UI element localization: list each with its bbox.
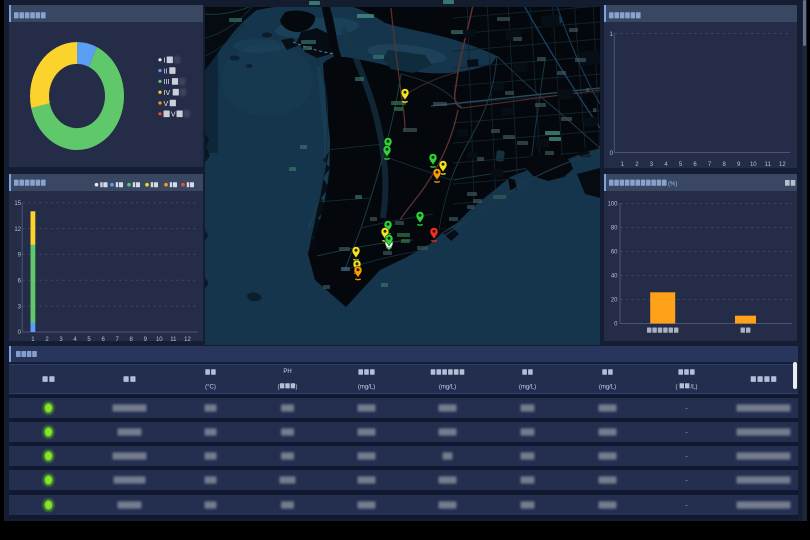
svg-text:5: 5 xyxy=(679,162,683,168)
svg-text:1: 1 xyxy=(621,162,625,168)
svg-text:60: 60 xyxy=(611,250,618,256)
svg-text:3: 3 xyxy=(650,162,654,168)
svg-text:PH: PH xyxy=(283,368,291,374)
svg-text:4: 4 xyxy=(664,162,668,168)
svg-text:6: 6 xyxy=(101,337,105,341)
svg-text:7: 7 xyxy=(115,337,119,341)
svg-text:10: 10 xyxy=(155,337,162,341)
svg-text:20: 20 xyxy=(611,298,618,304)
svg-text:0: 0 xyxy=(17,330,21,336)
svg-text:-: - xyxy=(685,454,688,461)
svg-text:3: 3 xyxy=(17,304,21,310)
svg-text:11: 11 xyxy=(170,337,177,341)
svg-text:V: V xyxy=(170,112,175,119)
svg-text:): ) xyxy=(295,384,297,390)
svg-text:IV: IV xyxy=(163,90,170,97)
svg-text:1: 1 xyxy=(610,32,614,38)
svg-text:5: 5 xyxy=(87,337,91,341)
svg-text:V: V xyxy=(163,101,168,108)
svg-text:(mg/L): (mg/L) xyxy=(438,384,455,390)
svg-text:2: 2 xyxy=(45,337,49,341)
svg-text:II: II xyxy=(163,68,167,75)
svg-text:-: - xyxy=(685,478,688,485)
svg-text:/L): /L) xyxy=(690,384,697,390)
svg-text:8: 8 xyxy=(129,337,133,341)
svg-text:12: 12 xyxy=(779,162,786,168)
svg-text:9: 9 xyxy=(17,253,21,259)
svg-text:7: 7 xyxy=(708,162,712,168)
svg-text:3: 3 xyxy=(59,337,63,341)
svg-text:(mg/L): (mg/L) xyxy=(598,384,615,390)
svg-text:8: 8 xyxy=(723,162,727,168)
svg-text:10: 10 xyxy=(750,162,757,168)
svg-text:0: 0 xyxy=(610,151,614,157)
svg-text:(%): (%) xyxy=(668,182,677,188)
svg-text:12: 12 xyxy=(184,337,191,341)
svg-text:-: - xyxy=(685,405,688,412)
svg-text:-: - xyxy=(685,502,688,509)
svg-text:(: ( xyxy=(675,384,677,390)
svg-text:(mg/L): (mg/L) xyxy=(518,384,535,390)
svg-text:-: - xyxy=(685,429,688,436)
svg-text:80: 80 xyxy=(611,226,618,232)
svg-text:100: 100 xyxy=(607,202,618,208)
svg-text:2: 2 xyxy=(635,162,639,168)
svg-text:12: 12 xyxy=(14,227,21,233)
svg-text:I: I xyxy=(163,58,165,65)
svg-text:40: 40 xyxy=(611,274,618,280)
svg-text:III: III xyxy=(163,79,169,86)
svg-text:15: 15 xyxy=(14,201,21,207)
svg-text:6: 6 xyxy=(693,162,697,168)
svg-text:9: 9 xyxy=(737,162,741,168)
svg-text:0: 0 xyxy=(614,322,618,328)
svg-text:(mg/L): (mg/L) xyxy=(357,384,374,390)
svg-text:11: 11 xyxy=(765,162,772,168)
svg-text:(°C): (°C) xyxy=(205,384,216,390)
svg-text:4: 4 xyxy=(73,337,77,341)
svg-text:1: 1 xyxy=(31,337,35,341)
svg-text:9: 9 xyxy=(143,337,147,341)
svg-text:(: ( xyxy=(277,384,279,390)
svg-text:6: 6 xyxy=(17,279,21,285)
